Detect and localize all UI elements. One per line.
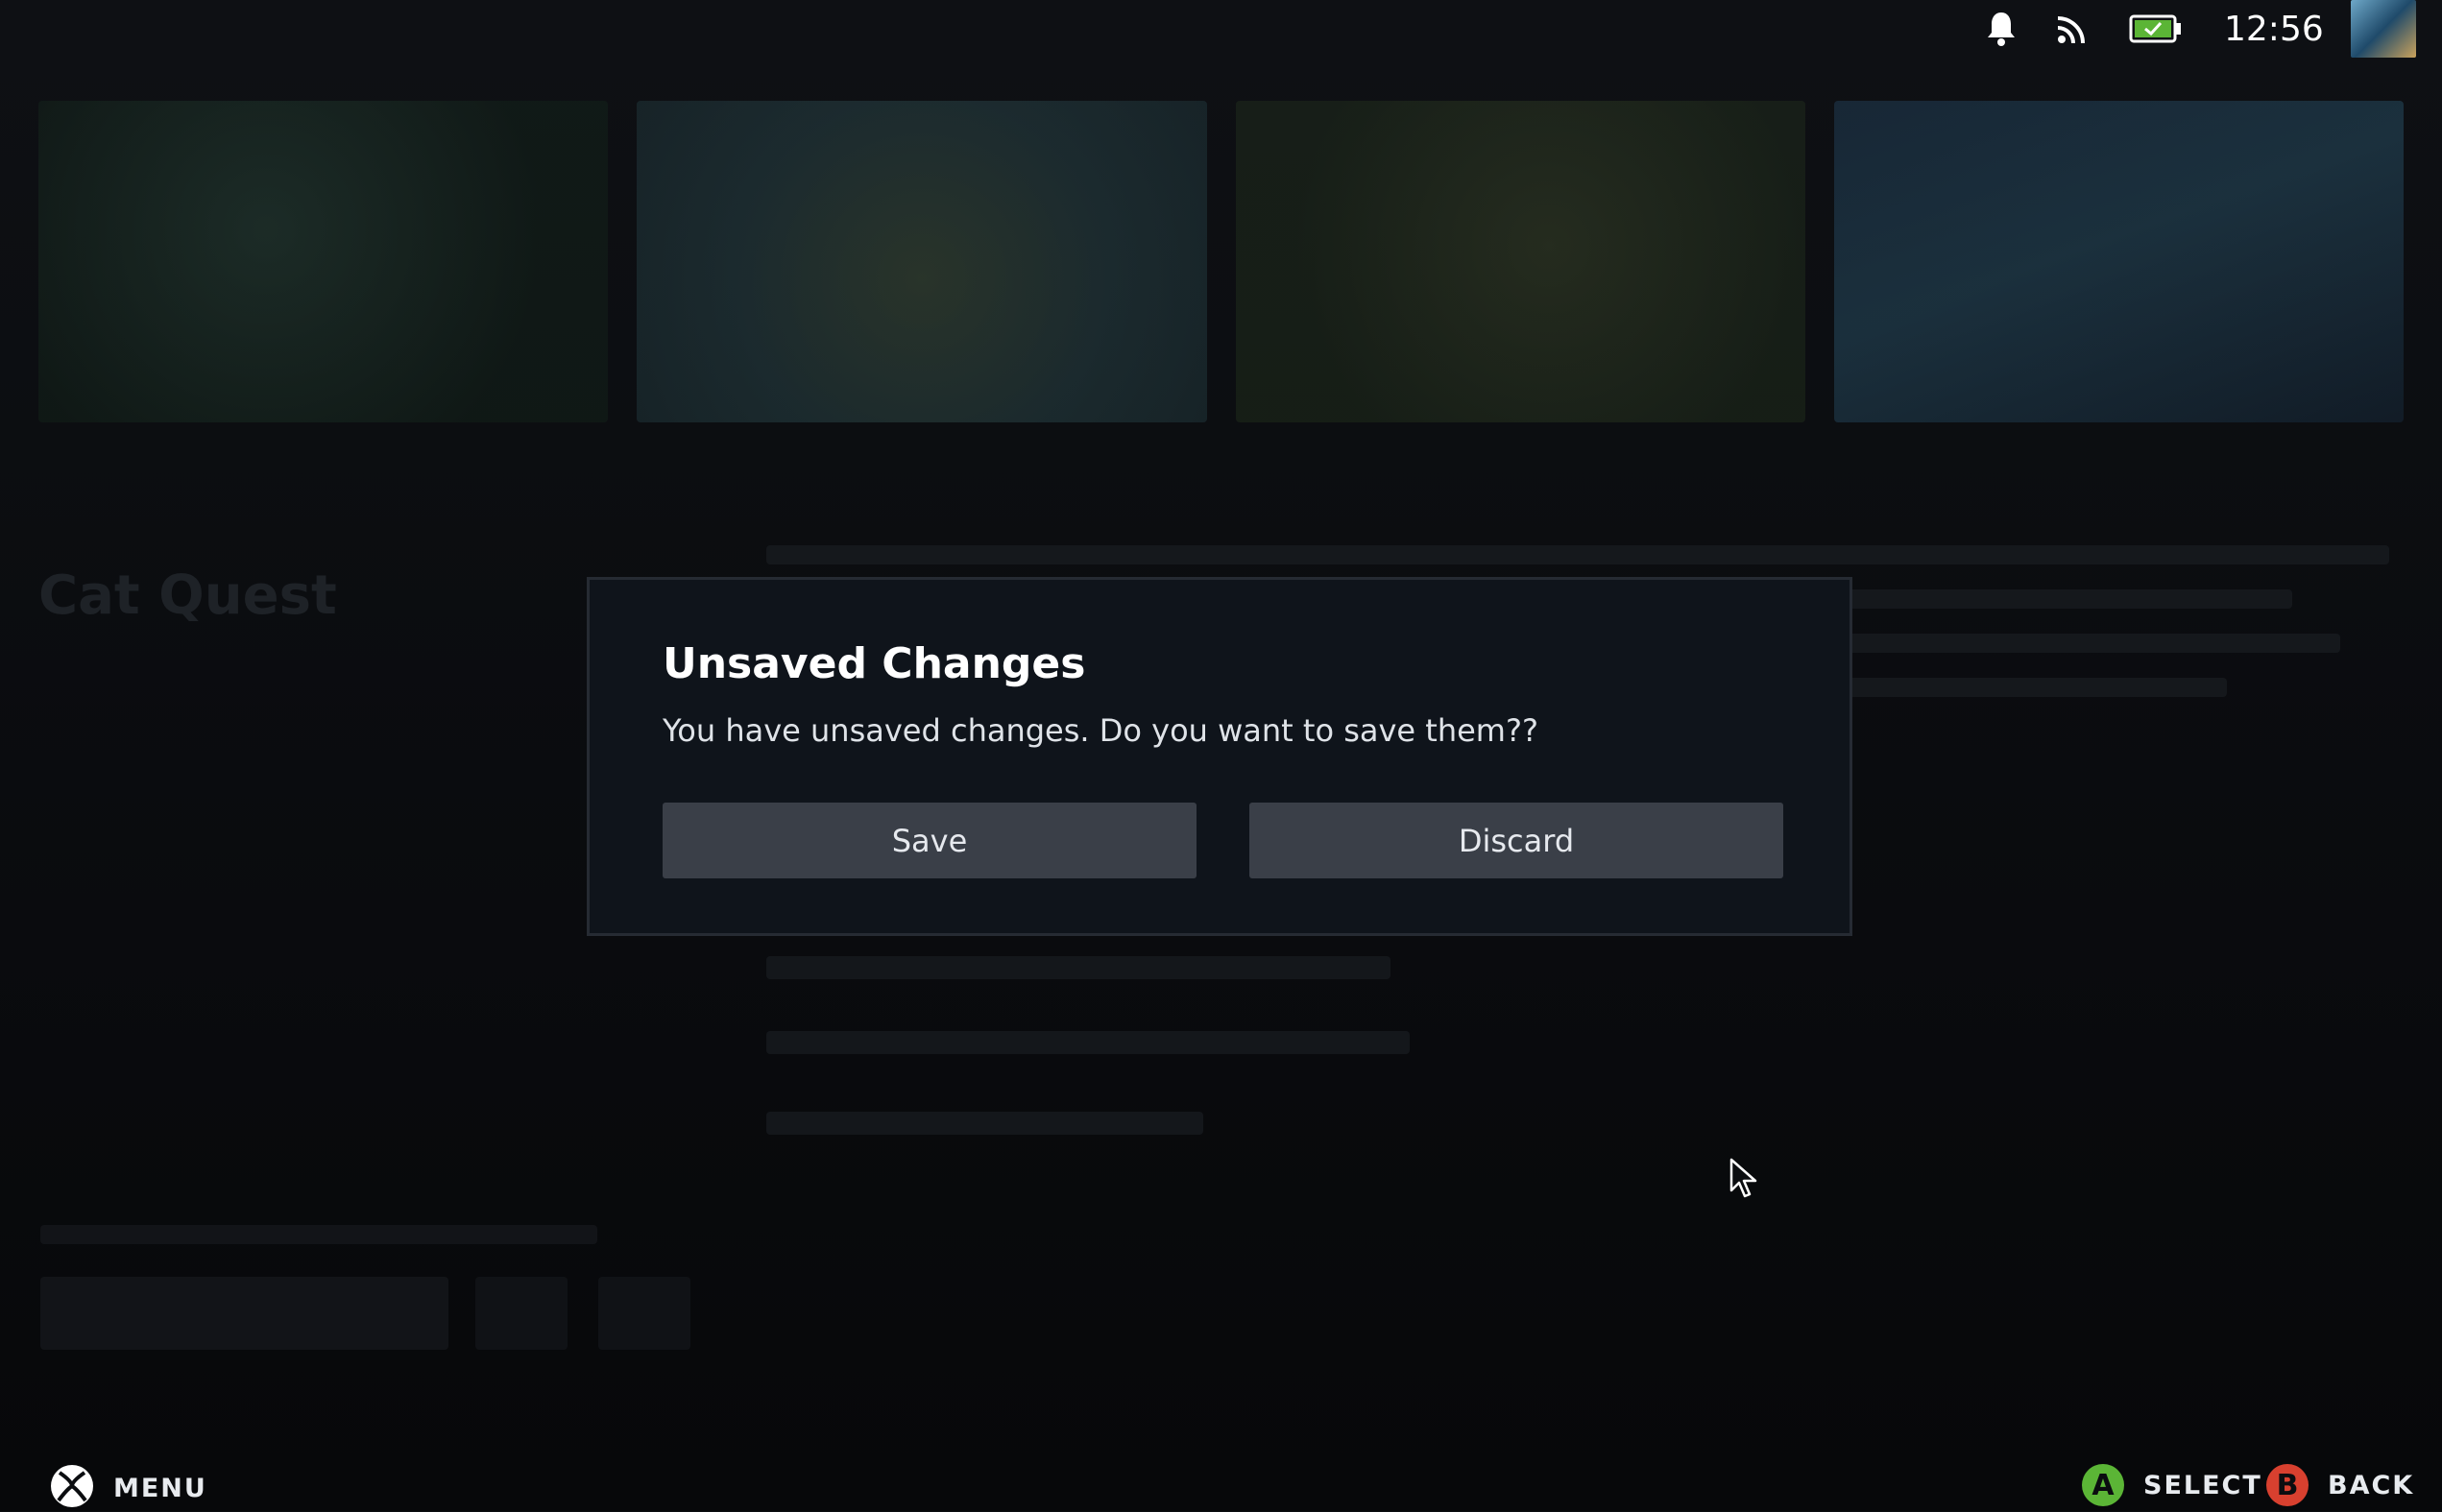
save-button[interactable]: Save: [663, 803, 1197, 878]
select-hint[interactable]: A SELECT: [2082, 1464, 2262, 1506]
discard-button[interactable]: Discard: [1249, 803, 1783, 878]
xbox-logo-icon: [50, 1464, 94, 1512]
dialog-title: Unsaved Changes: [663, 639, 1086, 688]
dialog-message: You have unsaved changes. Do you want to…: [663, 712, 1538, 749]
menu-label: MENU: [113, 1473, 207, 1503]
unsaved-changes-dialog: Unsaved Changes You have unsaved changes…: [587, 577, 1852, 936]
menu-hint[interactable]: MENU: [50, 1464, 207, 1512]
a-button-icon: A: [2082, 1464, 2124, 1506]
select-label: SELECT: [2143, 1470, 2262, 1500]
modal-overlay: Unsaved Changes You have unsaved changes…: [0, 0, 2442, 1511]
back-label: BACK: [2328, 1470, 2415, 1500]
back-hint[interactable]: B BACK: [2266, 1464, 2414, 1506]
b-button-icon: B: [2266, 1464, 2309, 1506]
mouse-cursor-icon: [1729, 1158, 1760, 1204]
